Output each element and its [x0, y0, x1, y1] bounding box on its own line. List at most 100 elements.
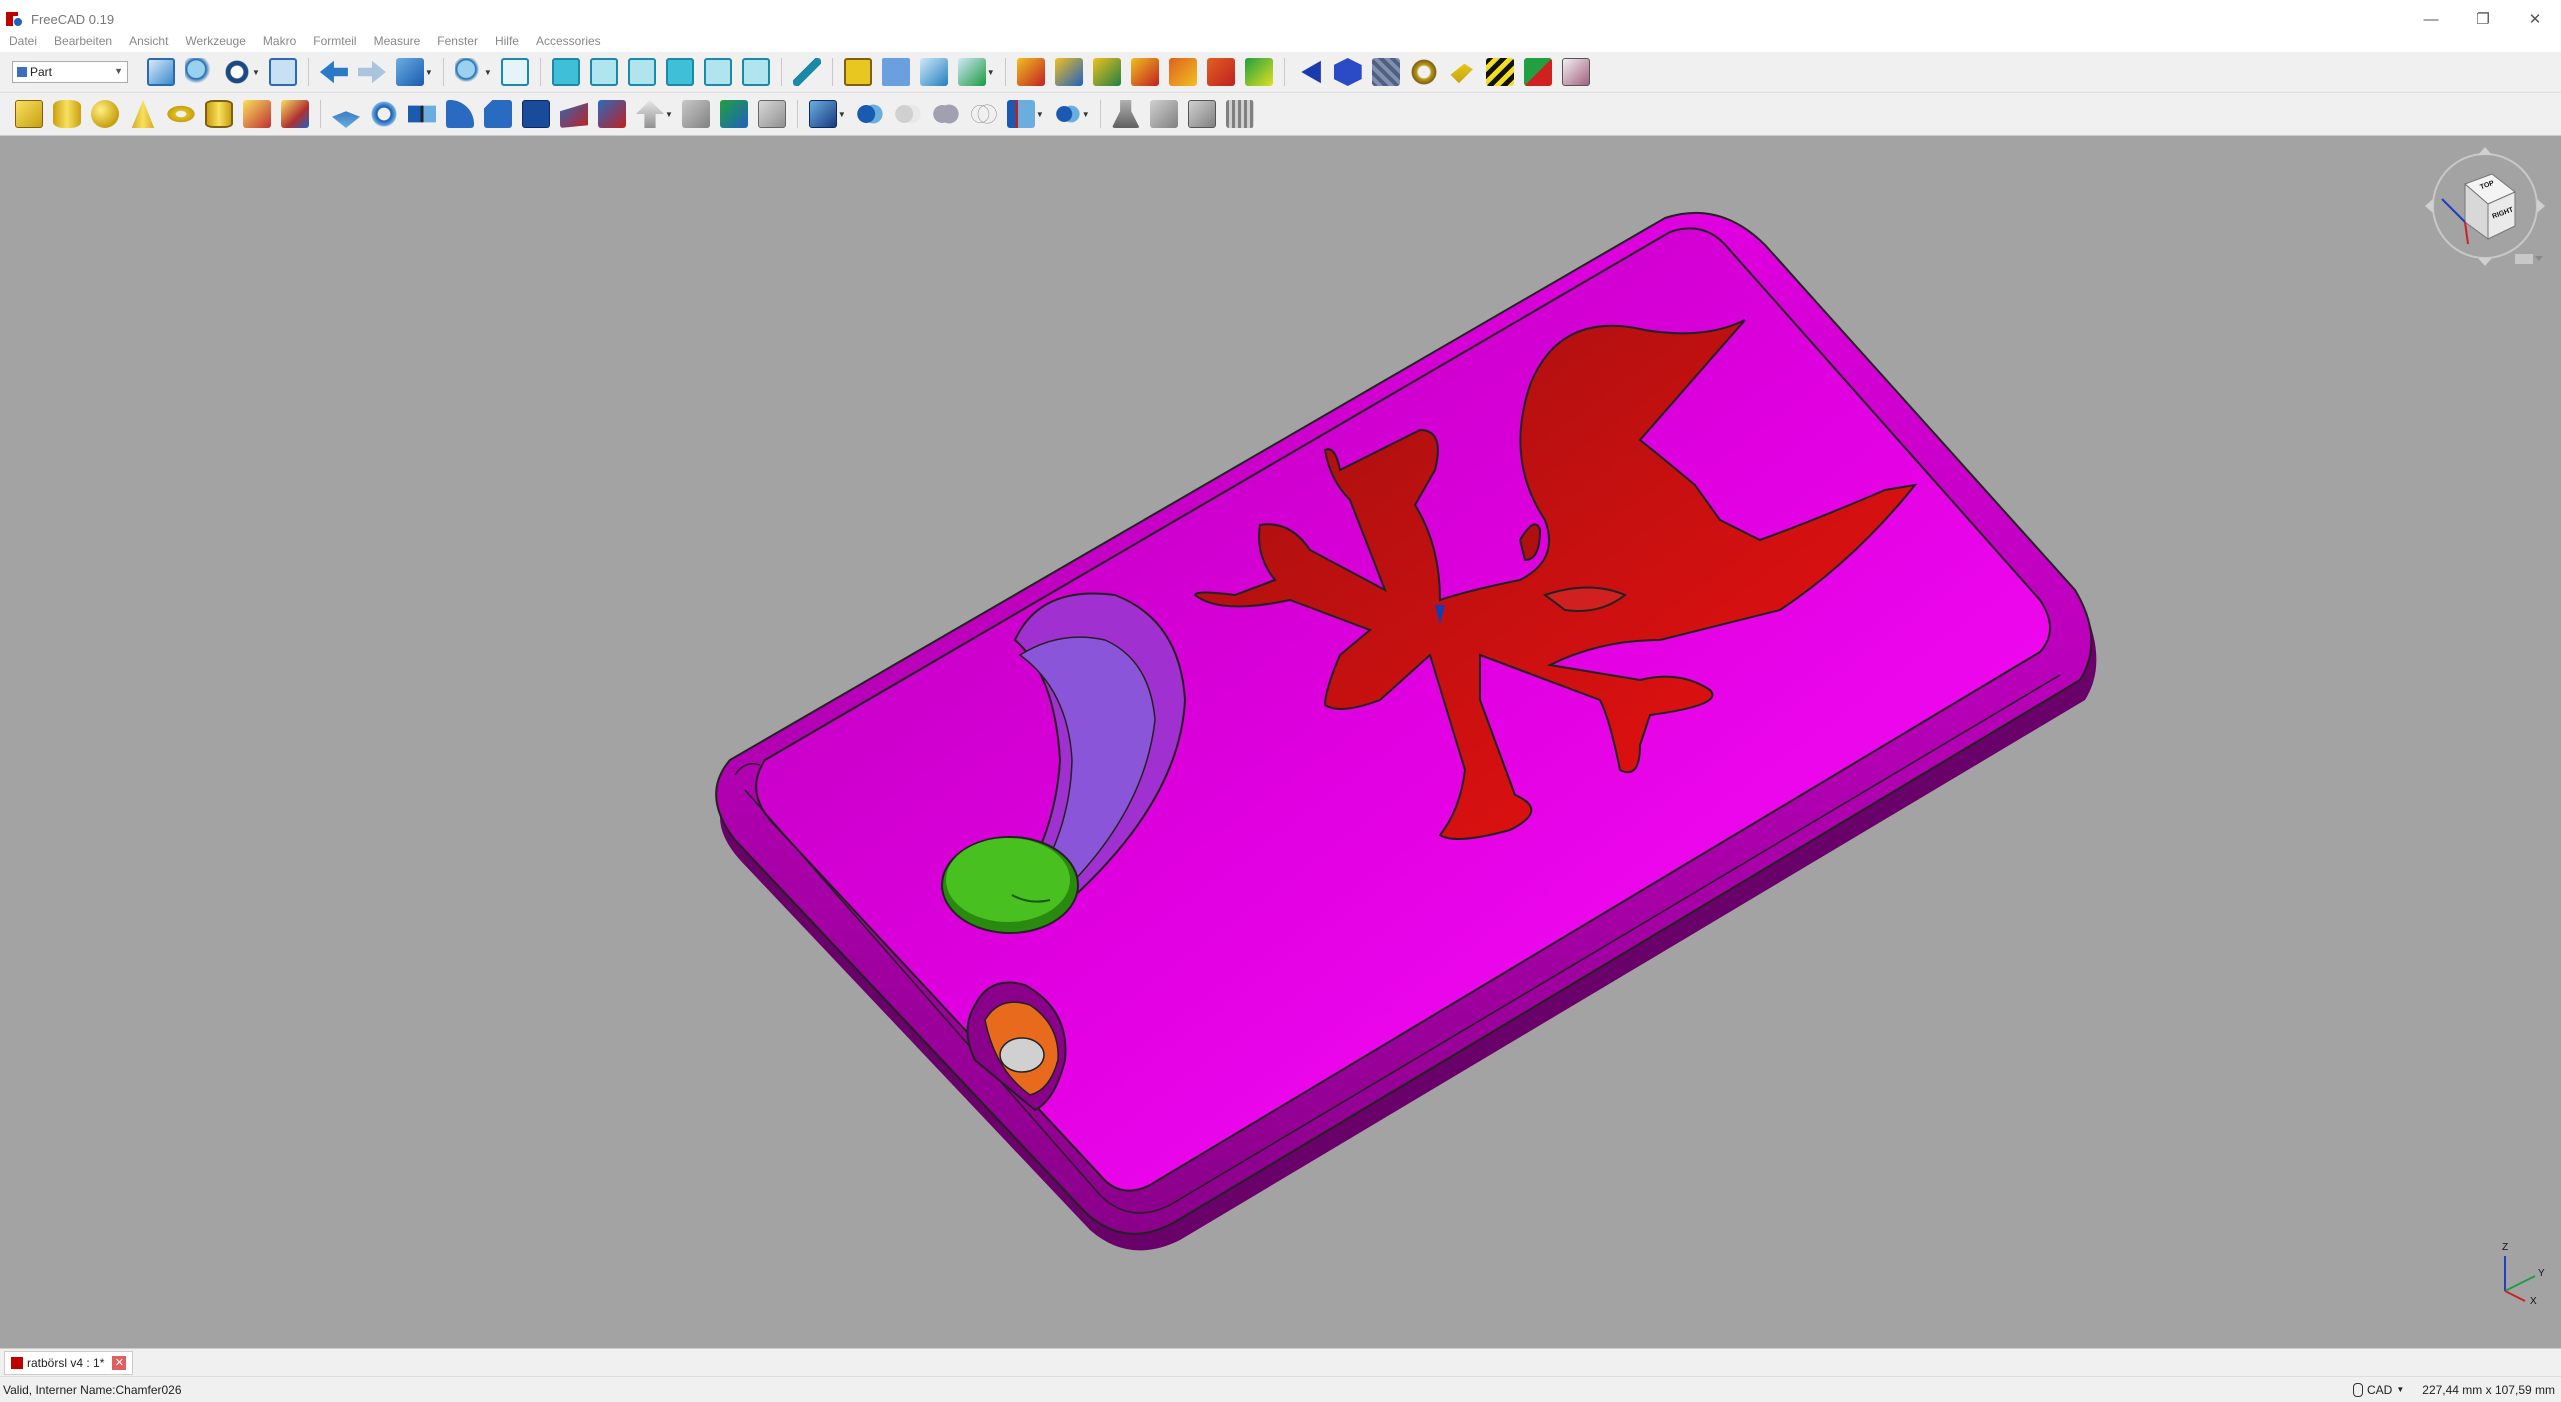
split-icon[interactable]: [1006, 100, 1035, 128]
split-dropdown-icon[interactable]: ▼: [1036, 110, 1044, 119]
measure-distance-icon[interactable]: [792, 58, 821, 86]
draw-style-dropdown-icon[interactable]: ▼: [252, 68, 260, 77]
compound-icon[interactable]: [808, 100, 837, 128]
hazard-icon[interactable]: [1485, 58, 1514, 86]
part-toolbar: ▼ ▼ ▼ ▼: [0, 93, 2561, 136]
std-view-dropdown-icon[interactable]: ▼: [425, 68, 433, 77]
axis-y-label: Y: [2538, 1268, 2545, 1279]
join-dropdown-icon[interactable]: ▼: [1082, 110, 1090, 119]
cylinder-icon[interactable]: [53, 100, 81, 128]
zoom-icon[interactable]: [454, 58, 483, 86]
menu-hilfe[interactable]: Hilfe: [486, 34, 527, 48]
menu-fenster[interactable]: Fenster: [428, 34, 486, 48]
fit-all-icon[interactable]: [147, 58, 175, 86]
toolbar-separator: [442, 58, 444, 86]
texture-icon[interactable]: [1371, 58, 1400, 86]
cross-sections-icon[interactable]: [719, 100, 748, 128]
axis-cross: Z Y X: [2480, 1236, 2550, 1307]
link-actions-dropdown-icon[interactable]: ▼: [987, 68, 995, 77]
stack-icon[interactable]: [1450, 63, 1473, 84]
measure-linear-icon[interactable]: [1016, 58, 1045, 86]
forward-arrow-icon[interactable]: [357, 60, 386, 84]
menu-datei[interactable]: Datei: [0, 34, 45, 48]
zoom-dropdown-icon[interactable]: ▼: [484, 68, 492, 77]
view-isometric-icon[interactable]: [500, 58, 529, 86]
link-actions-icon[interactable]: [957, 58, 986, 86]
std-view-icon[interactable]: [395, 58, 424, 86]
measure-toggle-all-icon[interactable]: [1244, 58, 1273, 86]
plot-icon[interactable]: [1561, 58, 1590, 86]
section-cut-icon[interactable]: [1301, 60, 1321, 84]
cut-icon[interactable]: [892, 100, 921, 128]
defeaturing-icon[interactable]: [1149, 100, 1178, 128]
fuse-icon[interactable]: [930, 100, 959, 128]
primitives-icon[interactable]: [243, 100, 271, 128]
section-icon[interactable]: [681, 100, 710, 128]
shape-builder-icon[interactable]: [281, 100, 309, 128]
shape-from-mesh-icon[interactable]: [1187, 100, 1216, 128]
link-icon[interactable]: [919, 58, 948, 86]
cone-icon[interactable]: [131, 100, 155, 128]
measure-toggle-3d-icon[interactable]: [1168, 58, 1197, 86]
revolve-icon[interactable]: [370, 100, 398, 128]
workbench-selector[interactable]: Part ▼: [12, 61, 128, 83]
ring-icon[interactable]: [1409, 58, 1438, 86]
menu-bearbeiten[interactable]: Bearbeiten: [45, 34, 120, 48]
nav-style-selector[interactable]: CAD ▼: [2353, 1382, 2404, 1397]
boolean-color-icon[interactable]: [1523, 58, 1552, 86]
view-left-icon[interactable]: [741, 58, 770, 86]
tube-icon[interactable]: [205, 100, 233, 128]
view-bottom-icon[interactable]: [703, 58, 732, 86]
torus-icon[interactable]: [167, 100, 195, 128]
create-part-icon[interactable]: [843, 58, 872, 86]
view-front-icon[interactable]: [551, 58, 580, 86]
wallet-body[interactable]: [715, 211, 2097, 1251]
loft-icon[interactable]: [598, 100, 626, 128]
sphere-icon[interactable]: [91, 100, 119, 128]
view-rear-icon[interactable]: [665, 58, 694, 86]
close-icon[interactable]: ✕: [112, 1356, 127, 1370]
toolbar-separator: [1099, 100, 1101, 128]
toolbar-separator: [831, 58, 833, 86]
compound-dropdown-icon[interactable]: ▼: [838, 110, 846, 119]
measure-clear-icon[interactable]: [1130, 58, 1159, 86]
measure-refresh-icon[interactable]: [1092, 58, 1121, 86]
chamfer-icon[interactable]: [484, 100, 512, 128]
fillet-icon[interactable]: [446, 100, 474, 128]
ruled-surface-icon[interactable]: [560, 102, 588, 128]
menu-makro[interactable]: Makro: [254, 34, 304, 48]
menu-accessories[interactable]: Accessories: [527, 34, 609, 48]
refine-shape-icon[interactable]: [1225, 100, 1254, 128]
make-face-icon[interactable]: [522, 100, 550, 128]
model-view[interactable]: [0, 136, 2561, 1348]
measure-toggle-delta-icon[interactable]: [1206, 58, 1235, 86]
view-right-icon[interactable]: [627, 58, 656, 86]
document-tab[interactable]: ratbörsl v4 : 1* ✕: [4, 1351, 134, 1375]
bounding-box-icon[interactable]: [268, 58, 297, 86]
measure-angular-icon[interactable]: [1054, 58, 1083, 86]
common-icon[interactable]: [968, 100, 997, 128]
extrude-icon[interactable]: [332, 111, 360, 128]
join-icon[interactable]: [1052, 100, 1081, 128]
sweep-icon[interactable]: [636, 100, 664, 128]
green-button[interactable]: [941, 836, 1079, 934]
solid-shape-icon[interactable]: [1333, 58, 1362, 86]
view-top-icon[interactable]: [589, 58, 618, 86]
menu-measure[interactable]: Measure: [365, 34, 429, 48]
menu-formteil[interactable]: Formteil: [304, 34, 364, 48]
create-group-icon[interactable]: [881, 58, 910, 86]
document-tab-label: ratbörsl v4 : 1*: [27, 1356, 105, 1370]
offset-icon[interactable]: [757, 100, 786, 128]
fit-selection-icon[interactable]: [185, 58, 213, 86]
mirror-icon[interactable]: [408, 105, 436, 123]
cube-icon[interactable]: [15, 100, 43, 128]
back-arrow-icon[interactable]: [319, 60, 348, 84]
menu-werkzeuge[interactable]: Werkzeuge: [176, 34, 253, 48]
menu-ansicht[interactable]: Ansicht: [120, 34, 176, 48]
draw-style-icon[interactable]: [223, 58, 251, 86]
3d-viewport[interactable]: TOP RIGHT Z Y X: [0, 136, 2561, 1348]
sweep-dropdown-icon[interactable]: ▼: [665, 110, 673, 119]
navigation-cube[interactable]: TOP RIGHT: [2420, 144, 2550, 274]
boolean-icon[interactable]: [854, 100, 883, 128]
check-geometry-icon[interactable]: [1111, 100, 1140, 128]
